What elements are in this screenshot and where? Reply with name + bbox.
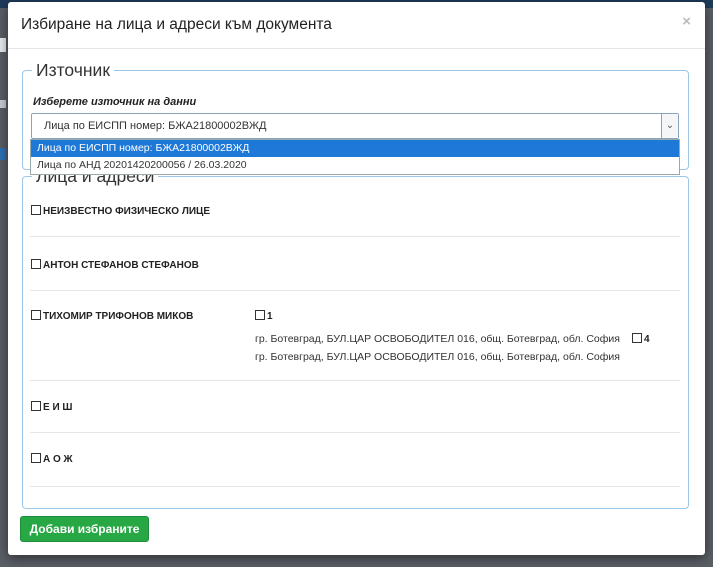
row-divider (30, 380, 680, 381)
checkbox-icon[interactable] (31, 401, 41, 411)
person-row[interactable]: АНТОН СТЕФАНОВ СТЕФАНОВ (31, 259, 199, 271)
address-text: гр. Ботевград, БУЛ.ЦАР ОСВОБОДИТЕЛ 016, … (255, 351, 620, 363)
checkbox-icon[interactable] (255, 310, 265, 320)
source-select-value: Лица по ЕИСПП номер: БЖА21800002ВЖД (44, 120, 267, 132)
background-panel (0, 38, 6, 52)
background-panel (0, 100, 6, 108)
row-divider (30, 236, 680, 237)
checkbox-icon[interactable] (31, 259, 41, 269)
row-divider (30, 290, 680, 291)
person-row[interactable]: НЕИЗВЕСТНО ФИЗИЧЕСКО ЛИЦЕ (31, 205, 210, 217)
person-name: А О Ж (43, 454, 73, 465)
address-id: 4 (644, 334, 650, 345)
address-option[interactable]: 4 (632, 333, 650, 345)
source-option[interactable]: Лица по ЕИСПП номер: БЖА21800002ВЖД (31, 140, 679, 157)
source-option[interactable]: Лица по АНД 20201420200056 / 26.03.2020 (31, 157, 679, 174)
checkbox-icon[interactable] (31, 453, 41, 463)
person-row[interactable]: Е И Ш (31, 401, 72, 413)
add-selected-button[interactable]: Добави избраните (20, 516, 149, 542)
chevron-down-icon[interactable]: ⌄ (661, 114, 678, 138)
checkbox-icon[interactable] (632, 333, 642, 343)
checkbox-icon[interactable] (31, 310, 41, 320)
person-name: НЕИЗВЕСТНО ФИЗИЧЕСКО ЛИЦЕ (43, 206, 211, 217)
select-persons-dialog: Избиране на лица и адреси към документа … (8, 2, 705, 555)
source-dropdown-list: Лица по ЕИСПП номер: БЖА21800002ВЖД Лица… (30, 139, 680, 175)
address-option[interactable]: 1 (255, 310, 273, 322)
person-row[interactable]: ТИХОМИР ТРИФОНОВ МИКОВ (31, 310, 193, 322)
modal-header: Избиране на лица и адреси към документа … (8, 2, 705, 49)
source-label: Изберете източник на данни (33, 96, 197, 108)
background-button (0, 148, 6, 160)
person-name: АНТОН СТЕФАНОВ СТЕФАНОВ (43, 260, 199, 271)
row-divider (30, 432, 680, 433)
checkbox-icon[interactable] (31, 205, 41, 215)
person-name: Е И Ш (43, 402, 73, 413)
address-id: 1 (267, 311, 273, 322)
modal-title: Избиране на лица и адреси към документа (21, 16, 332, 33)
address-text: гр. Ботевград, БУЛ.ЦАР ОСВОБОДИТЕЛ 016, … (255, 333, 620, 345)
source-legend: Източник (36, 60, 110, 80)
person-row[interactable]: А О Ж (31, 453, 73, 465)
person-name: ТИХОМИР ТРИФОНОВ МИКОВ (43, 311, 194, 322)
close-icon[interactable]: × (682, 13, 691, 30)
source-select[interactable]: Лица по ЕИСПП номер: БЖА21800002ВЖД ⌄ (31, 113, 679, 139)
row-divider (30, 486, 680, 487)
